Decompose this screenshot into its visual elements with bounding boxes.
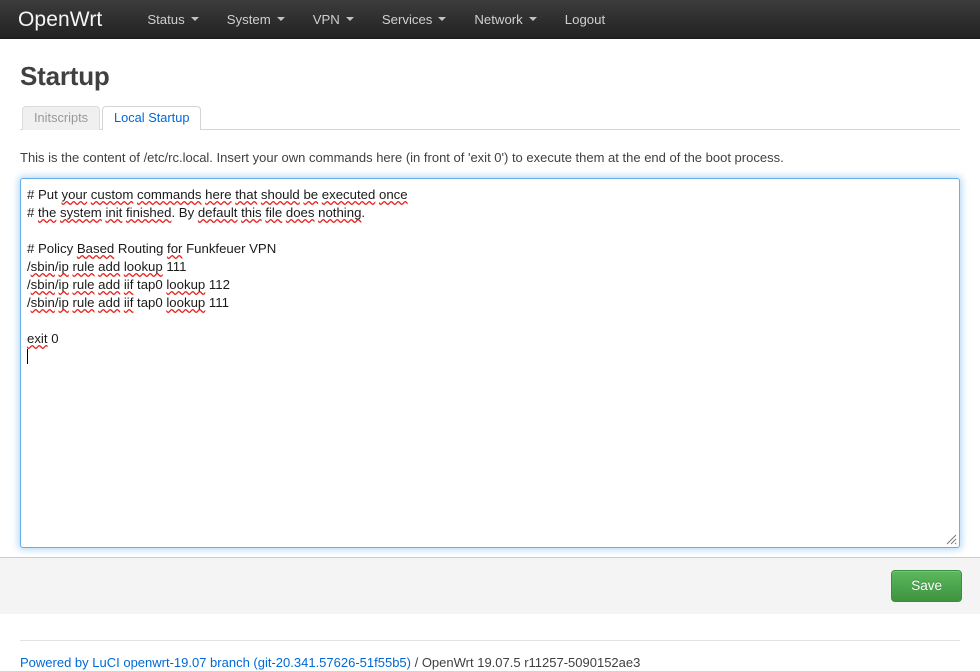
nav-item-system[interactable]: System	[213, 0, 299, 39]
code-line-caret	[27, 348, 953, 366]
page-title: Startup	[20, 61, 960, 91]
nav-item-status-label: Status	[147, 0, 184, 39]
nav-item-logout-label: Logout	[565, 0, 605, 39]
main-content: Startup Initscripts Local Startup This i…	[0, 61, 980, 548]
page-description: This is the content of /etc/rc.local. In…	[20, 149, 960, 166]
text-cursor	[27, 349, 28, 364]
chevron-down-icon	[438, 17, 446, 21]
nav-item-network-label: Network	[474, 0, 522, 39]
code-line: # Policy Based Routing for Funkfeuer VPN	[27, 240, 953, 258]
code-line	[27, 312, 953, 330]
code-line: # the system init finished. By default t…	[27, 204, 953, 222]
chevron-down-icon	[277, 17, 285, 21]
nav-item-services[interactable]: Services	[368, 0, 461, 39]
top-navbar: OpenWrt Status System VPN Services Netwo…	[0, 0, 980, 39]
nav-item-logout[interactable]: Logout	[551, 0, 619, 39]
code-line: /sbin/ip rule add lookup 111	[27, 258, 953, 276]
rc-local-textarea[interactable]: # Put your custom commands here that sho…	[20, 178, 960, 548]
tab-bar: Initscripts Local Startup	[20, 106, 960, 130]
chevron-down-icon	[529, 17, 537, 21]
nav-item-services-label: Services	[382, 0, 433, 39]
code-line: /sbin/ip rule add iif tap0 lookup 112	[27, 276, 953, 294]
nav-item-network[interactable]: Network	[460, 0, 550, 39]
resize-grip-icon[interactable]	[943, 531, 957, 545]
chevron-down-icon	[346, 17, 354, 21]
code-line: # Put your custom commands here that sho…	[27, 186, 953, 204]
nav-item-vpn-label: VPN	[313, 0, 340, 39]
editor-container: # Put your custom commands here that sho…	[20, 178, 960, 548]
code-line: /sbin/ip rule add iif tap0 lookup 111	[27, 294, 953, 312]
nav-menu: Status System VPN Services Network Logou…	[133, 0, 619, 39]
page-footer: Powered by LuCI openwrt-19.07 branch (gi…	[0, 641, 980, 671]
nav-item-status[interactable]: Status	[133, 0, 212, 39]
nav-item-vpn[interactable]: VPN	[299, 0, 368, 39]
chevron-down-icon	[191, 17, 199, 21]
code-line: exit 0	[27, 330, 953, 348]
tab-initscripts[interactable]: Initscripts	[22, 106, 100, 130]
nav-item-system-label: System	[227, 0, 271, 39]
action-bar: Save	[0, 557, 980, 614]
tab-local-startup[interactable]: Local Startup	[102, 106, 201, 130]
code-line	[27, 222, 953, 240]
save-button[interactable]: Save	[891, 570, 962, 602]
openwrt-logo[interactable]: OpenWrt	[18, 0, 102, 39]
